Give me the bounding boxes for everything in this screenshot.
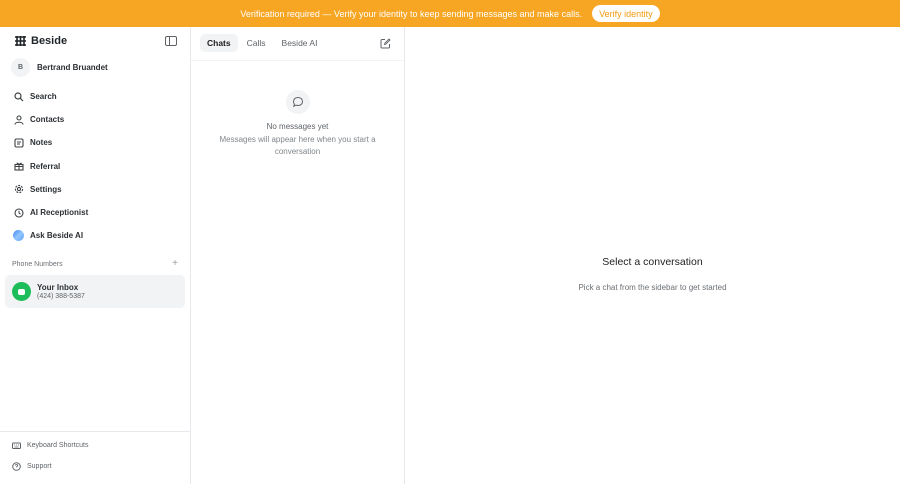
empty-subtitle: Messages will appear here when you start… xyxy=(219,135,376,156)
sidebar-item-notes[interactable]: Notes xyxy=(5,131,185,154)
sidebar-item-label: Notes xyxy=(30,138,53,148)
list-tabs: Chats Calls Beside AI xyxy=(200,34,326,52)
verification-banner: Verification required — Verify your iden… xyxy=(0,0,900,27)
compose-icon[interactable] xyxy=(380,38,391,49)
sidebar-item-label: Contacts xyxy=(30,115,65,125)
main-title: Select a conversation xyxy=(602,256,703,268)
search-icon xyxy=(13,91,24,102)
sidebar-item-referral[interactable]: Referral xyxy=(5,155,185,178)
banner-message: Verification required — Verify your iden… xyxy=(240,8,583,19)
sidebar-item-settings[interactable]: Settings xyxy=(5,178,185,201)
note-icon xyxy=(13,137,24,148)
inbox-name: Your Inbox xyxy=(37,283,79,292)
support-link[interactable]: Support xyxy=(12,462,52,471)
sidebar-toggle-icon[interactable] xyxy=(165,36,177,46)
user-icon xyxy=(13,114,24,125)
gift-icon xyxy=(13,161,24,172)
sidebar-item-label: Ask Beside AI xyxy=(30,231,84,241)
avatar: B xyxy=(11,58,30,77)
divider xyxy=(0,431,190,432)
sidebar-item-ask-beside-ai[interactable]: Ask Beside AI xyxy=(5,224,185,247)
main-subtitle: Pick a chat from the sidebar to get star… xyxy=(578,283,727,292)
verify-identity-button[interactable]: Verify identity xyxy=(592,5,660,22)
beside-logo-icon xyxy=(15,36,26,46)
main-empty-state: Select a conversation Pick a chat from t… xyxy=(405,256,900,292)
phone-numbers-heading: Phone Numbers + xyxy=(12,259,178,269)
sidebar-item-contacts[interactable]: Contacts xyxy=(5,108,185,131)
user-profile[interactable]: B Bertrand Bruandet xyxy=(11,58,108,77)
sidebar-item-label: Search xyxy=(30,92,57,102)
sidebar-item-label: Referral xyxy=(30,161,61,171)
sidebar-item-label: Settings xyxy=(30,184,62,194)
sidebar-item-search[interactable]: Search xyxy=(5,85,185,108)
divider xyxy=(191,60,404,61)
keyboard-shortcuts-label: Keyboard Shortcuts xyxy=(27,442,89,449)
sidebar: Beside B Bertrand Bruandet Search Contac… xyxy=(0,27,191,484)
support-label: Support xyxy=(27,463,52,470)
message-bubble-icon xyxy=(285,90,310,114)
tab-beside-ai[interactable]: Beside AI xyxy=(275,34,325,52)
gear-icon xyxy=(13,184,24,195)
phone-numbers-label: Phone Numbers xyxy=(12,260,63,268)
sidebar-item-label: AI Receptionist xyxy=(30,208,89,218)
inbox-chat-icon xyxy=(12,282,31,301)
empty-state: No messages yet Messages will appear her… xyxy=(191,90,404,158)
user-name: Bertrand Bruandet xyxy=(37,63,108,72)
keyboard-icon xyxy=(12,442,21,449)
receptionist-icon xyxy=(13,207,24,218)
inbox-number: (424) 388-5387 xyxy=(37,293,85,300)
sidebar-nav: Search Contacts Notes Referral Settings xyxy=(5,85,185,247)
tab-chats[interactable]: Chats xyxy=(200,34,238,52)
conversation-list-pane: Chats Calls Beside AI No messages yet Me… xyxy=(191,27,405,484)
help-icon xyxy=(12,462,21,471)
ai-orb-icon xyxy=(13,230,24,242)
empty-title: No messages yet xyxy=(266,122,329,131)
inbox-text: Your Inbox (424) 388-5387 xyxy=(37,283,85,300)
add-number-plus-icon[interactable]: + xyxy=(172,259,178,269)
keyboard-shortcuts-link[interactable]: Keyboard Shortcuts xyxy=(12,441,88,450)
phone-number-item[interactable]: Your Inbox (424) 388-5387 xyxy=(5,275,185,308)
brand-name: Beside xyxy=(31,35,68,47)
tab-calls[interactable]: Calls xyxy=(240,34,273,52)
sidebar-item-ai-receptionist[interactable]: AI Receptionist xyxy=(5,201,185,224)
brand[interactable]: Beside xyxy=(14,35,67,47)
